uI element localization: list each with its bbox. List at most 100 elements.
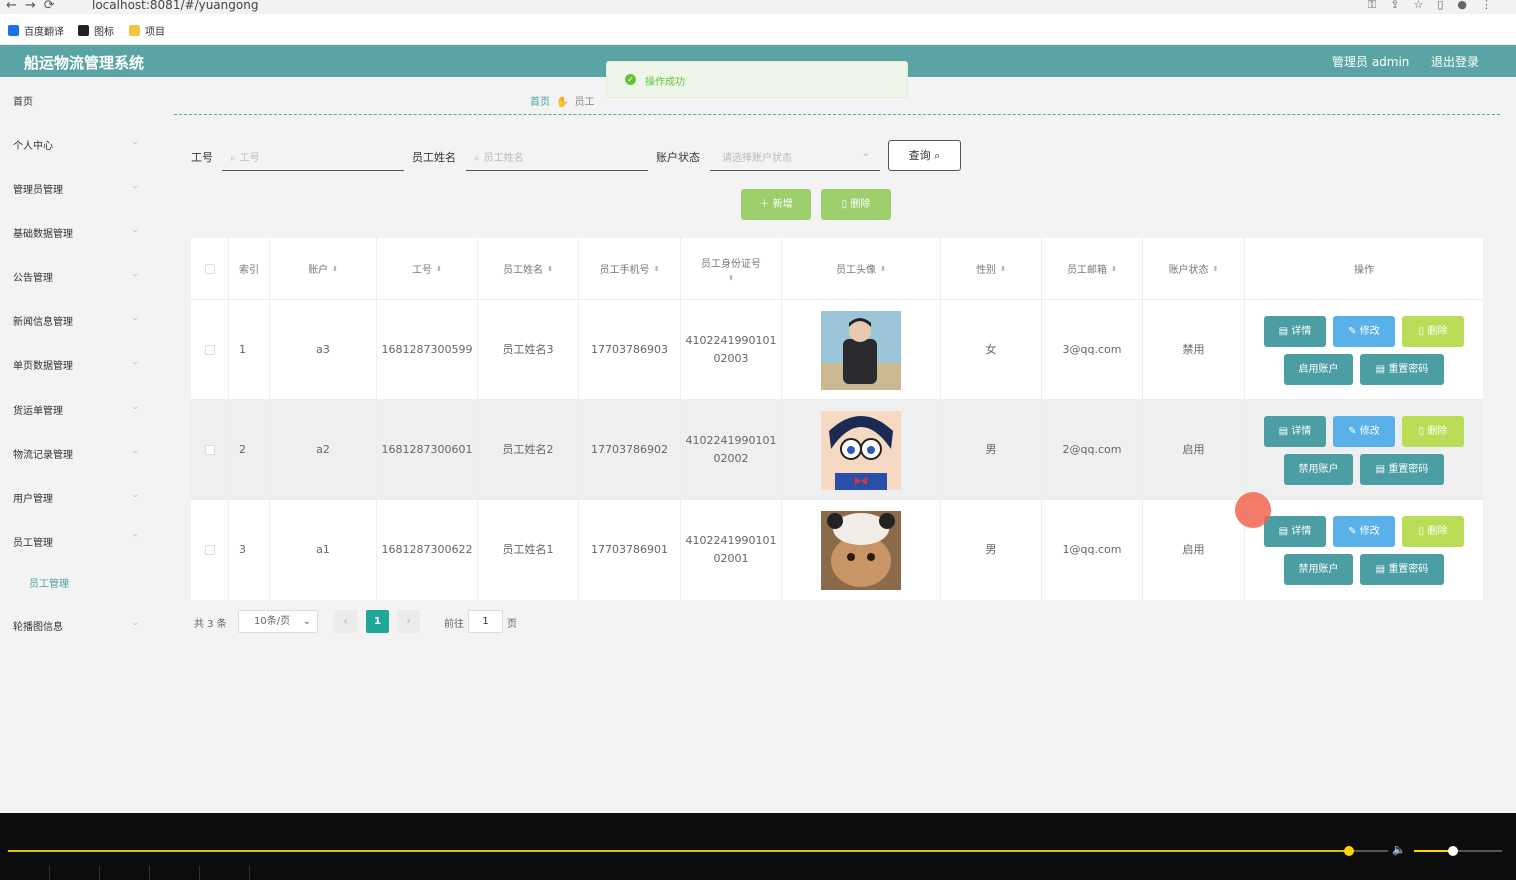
col-idcard[interactable]: 员工身份证号 ⬍ bbox=[681, 238, 782, 299]
col-id[interactable]: 工号 ⬍ bbox=[377, 238, 478, 299]
col-account[interactable]: 账户 ⬍ bbox=[270, 238, 377, 299]
chevron-up-icon: ⌃ bbox=[131, 534, 139, 544]
cell-email: 2@qq.com bbox=[1042, 400, 1143, 500]
sort-icon[interactable]: ⬍ bbox=[728, 274, 734, 282]
bookmark-translate[interactable]: 百度翻译 bbox=[8, 23, 64, 38]
browser-nav-icons[interactable]: ←→⟳ bbox=[6, 0, 63, 13]
row-checkbox[interactable] bbox=[204, 445, 215, 455]
sort-icon[interactable]: ⬍ bbox=[332, 265, 338, 273]
bookmarks-bar: 百度翻译 图标 项目 bbox=[0, 14, 1516, 45]
cell-name: 员工姓名2 bbox=[478, 400, 579, 500]
row-checkbox[interactable] bbox=[204, 545, 215, 555]
breadcrumb-current: 员工 bbox=[574, 97, 595, 108]
sidebar-item-admins[interactable]: 管理员管理 ⌄ bbox=[13, 181, 139, 196]
toggle-account-button[interactable]: 启用账户 bbox=[1284, 354, 1353, 385]
col-name[interactable]: 员工姓名 ⬍ bbox=[478, 238, 579, 299]
volume-thumb[interactable] bbox=[1448, 846, 1458, 856]
bookmark-projects[interactable]: 项目 bbox=[129, 23, 165, 38]
toggle-account-button[interactable]: 禁用账户 bbox=[1284, 554, 1353, 585]
detail-button[interactable]: ▤ 详情 bbox=[1264, 316, 1326, 347]
row-checkbox[interactable] bbox=[204, 345, 215, 355]
sidebar-item-notices[interactable]: 公告管理 ⌄ bbox=[13, 269, 139, 284]
player-control[interactable] bbox=[50, 866, 100, 880]
next-page-button[interactable]: › bbox=[397, 610, 420, 633]
chevron-down-icon: ⌄ bbox=[131, 269, 139, 279]
reset-password-button[interactable]: ▤ 重置密码 bbox=[1360, 354, 1444, 385]
detail-button[interactable]: ▤ 详情 bbox=[1264, 416, 1326, 447]
select-all-checkbox[interactable] bbox=[204, 263, 215, 274]
sort-icon[interactable]: ⬍ bbox=[1111, 265, 1117, 273]
sort-icon[interactable]: ⬍ bbox=[654, 265, 660, 273]
col-email[interactable]: 员工邮箱 ⬍ bbox=[1042, 238, 1143, 299]
table-row: 1 a3 1681287300599 员工姓名3 17703786903 410… bbox=[191, 299, 1483, 400]
search-icon: ⌕ bbox=[474, 153, 480, 164]
sort-icon[interactable]: ⬍ bbox=[436, 265, 442, 273]
col-status[interactable]: 账户状态 ⬍ bbox=[1143, 238, 1245, 299]
reset-password-button[interactable]: ▤ 重置密码 bbox=[1360, 454, 1444, 485]
volume-icon[interactable]: 🔈 bbox=[1392, 843, 1406, 856]
goto-page-input[interactable]: 1 bbox=[468, 610, 503, 633]
cell-avatar bbox=[782, 300, 941, 400]
doc-icon: ▤ bbox=[1278, 326, 1289, 337]
progress-track[interactable] bbox=[8, 850, 1348, 852]
id-search-input[interactable]: ⌕ 工号 bbox=[222, 140, 404, 171]
cell-gender: 男 bbox=[941, 400, 1042, 500]
delete-button[interactable]: ▯ 删除 bbox=[1402, 516, 1464, 547]
progress-thumb[interactable] bbox=[1344, 846, 1354, 856]
sidebar-item-home[interactable]: 首页 bbox=[13, 93, 139, 108]
toggle-account-button[interactable]: 禁用账户 bbox=[1284, 454, 1353, 485]
sidebar-item-waybills[interactable]: 货运单管理 ⌄ bbox=[13, 402, 139, 417]
cell-account: a2 bbox=[270, 400, 377, 500]
sidebar-item-users[interactable]: 用户管理 ⌄ bbox=[13, 490, 139, 505]
sort-icon[interactable]: ⬍ bbox=[1000, 265, 1006, 273]
sort-icon[interactable]: ⬍ bbox=[547, 265, 553, 273]
avatar[interactable] bbox=[821, 410, 901, 490]
sidebar-item-employees[interactable]: 员工管理 ⌃ bbox=[13, 534, 139, 549]
avatar[interactable] bbox=[821, 310, 901, 390]
sidebar-item-profile[interactable]: 个人中心 ⌄ bbox=[13, 137, 139, 152]
delete-button[interactable]: ▯ 删除 bbox=[1402, 416, 1464, 447]
page-size-select[interactable]: 10条/页 ⌄ bbox=[238, 610, 318, 633]
delete-button[interactable]: ▯ 删除 bbox=[1402, 316, 1464, 347]
avatar[interactable] bbox=[821, 510, 901, 590]
check-circle-icon: ✓ bbox=[625, 74, 636, 85]
sidebar-item-pages[interactable]: 单页数据管理 ⌄ bbox=[13, 357, 139, 372]
page-number-button[interactable]: 1 bbox=[366, 610, 389, 633]
add-button[interactable]: ＋ 新增 bbox=[741, 189, 811, 220]
col-gender[interactable]: 性别 ⬍ bbox=[941, 238, 1042, 299]
edit-button[interactable]: ✎ 修改 bbox=[1333, 316, 1395, 347]
sidebar-item-carousel[interactable]: 轮播图信息 ⌄ bbox=[13, 618, 139, 633]
edit-button[interactable]: ✎ 修改 bbox=[1333, 416, 1395, 447]
sidebar-item-basedata[interactable]: 基础数据管理 ⌄ bbox=[13, 225, 139, 240]
sidebar-subitem-employees[interactable]: 员工管理 bbox=[29, 575, 69, 590]
sort-icon[interactable]: ⬍ bbox=[880, 265, 886, 273]
breadcrumb-home[interactable]: 首页 bbox=[530, 97, 550, 108]
cell-index: 3 bbox=[229, 500, 270, 600]
player-control[interactable] bbox=[200, 866, 250, 880]
player-control[interactable] bbox=[150, 866, 200, 880]
logout-link[interactable]: 退出登录 bbox=[1431, 53, 1479, 70]
browser-action-icons[interactable]: ⚿⇪☆▯●⋮ bbox=[1368, 0, 1506, 12]
name-search-input[interactable]: ⌕ 员工姓名 bbox=[466, 140, 648, 171]
col-phone[interactable]: 员工手机号 ⬍ bbox=[579, 238, 681, 299]
sort-icon[interactable]: ⬍ bbox=[1213, 265, 1219, 273]
address-bar[interactable]: localhost:8081/#/yuangong bbox=[92, 0, 258, 12]
chevron-down-icon: ⌄ bbox=[131, 357, 139, 367]
batch-delete-button[interactable]: ▯ 删除 bbox=[821, 189, 891, 220]
sidebar-item-news[interactable]: 新闻信息管理 ⌄ bbox=[13, 313, 139, 328]
trash-icon: ▯ bbox=[1418, 526, 1425, 537]
sidebar-item-logistics[interactable]: 物流记录管理 ⌄ bbox=[13, 446, 139, 461]
player-control[interactable] bbox=[0, 866, 50, 880]
edit-button[interactable]: ✎ 修改 bbox=[1333, 516, 1395, 547]
prev-page-button[interactable]: ‹ bbox=[334, 610, 357, 633]
cell-avatar bbox=[782, 400, 941, 500]
status-select[interactable]: 请选择账户状态 ⌄ bbox=[710, 140, 880, 171]
reset-password-button[interactable]: ▤ 重置密码 bbox=[1360, 554, 1444, 585]
col-avatar[interactable]: 员工头像 ⬍ bbox=[782, 238, 941, 299]
player-control[interactable] bbox=[100, 866, 150, 880]
query-button[interactable]: 查询 ⌕ bbox=[888, 140, 961, 171]
cell-status: 启用 bbox=[1143, 500, 1245, 600]
detail-button[interactable]: ▤ 详情 bbox=[1264, 516, 1326, 547]
bookmark-icons[interactable]: 图标 bbox=[78, 23, 114, 38]
divider bbox=[174, 114, 1500, 115]
